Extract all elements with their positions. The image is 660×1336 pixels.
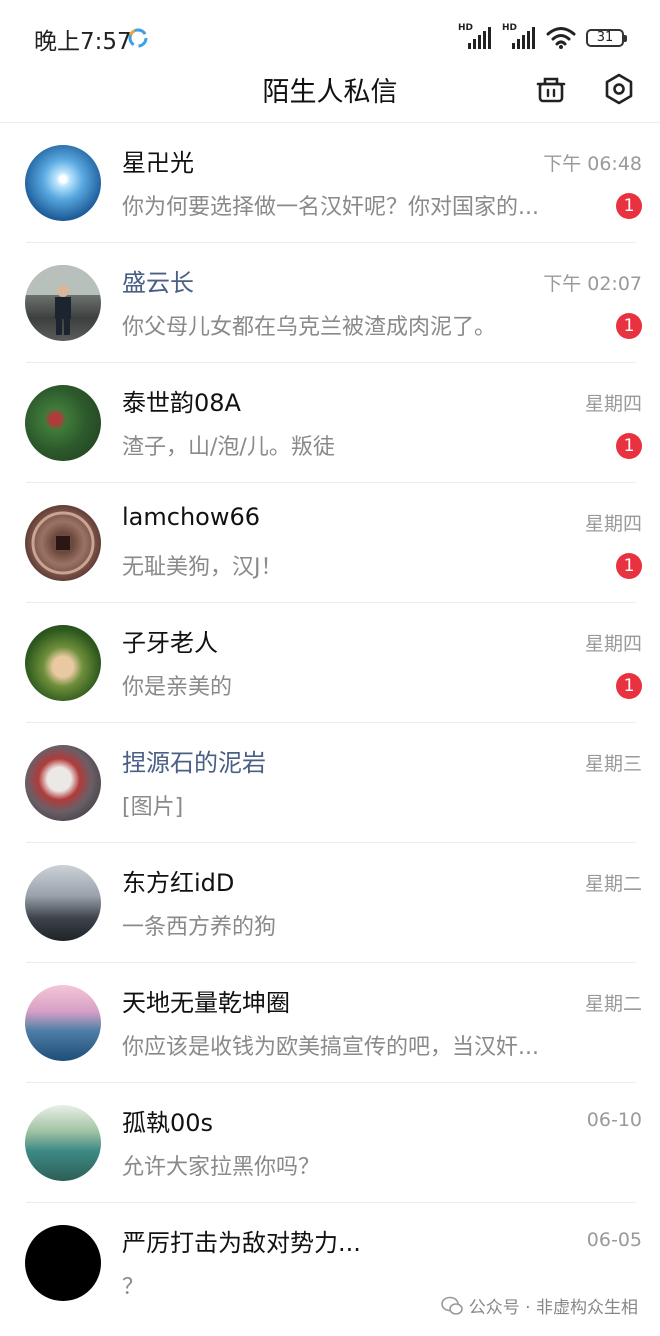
message-time: 星期四	[584, 633, 642, 655]
status-time: 晚上7:57	[34, 29, 132, 55]
contact-name: 东方红idD	[122, 869, 235, 897]
message-time: 星期四	[584, 513, 642, 535]
avatar[interactable]	[25, 745, 101, 821]
contact-name: 子牙老人	[122, 629, 218, 657]
list-item[interactable]: 孤執00s 06-10 允许大家拉黑你吗？	[0, 1083, 660, 1203]
avatar[interactable]	[25, 1225, 101, 1301]
unread-badge: 1	[616, 673, 642, 699]
message-preview: 你为何要选择做一名汉奸呢？你对国家的...	[122, 195, 539, 220]
message-preview: 渣子，山/泡/儿。叛徒	[122, 435, 335, 460]
message-preview: 你父母儿女都在乌克兰被渣成肉泥了。	[122, 315, 497, 340]
message-time: 星期二	[584, 993, 642, 1015]
message-preview: 你应该是收钱为欧美搞宣传的吧，当汉奸...	[122, 1035, 539, 1060]
list-item[interactable]: 天地无量乾坤圈 星期二 你应该是收钱为欧美搞宣传的吧，当汉奸...	[0, 963, 660, 1083]
message-time: 下午 02:07	[543, 273, 642, 295]
list-item[interactable]: 星卍光 下午 06:48 你为何要选择做一名汉奸呢？你对国家的... 1	[0, 123, 660, 243]
avatar[interactable]	[25, 625, 101, 701]
contact-name: 天地无量乾坤圈	[122, 989, 290, 1017]
message-time: 星期二	[584, 873, 642, 895]
battery-icon: 31	[586, 29, 627, 47]
signal-icon-2: HD	[502, 23, 536, 51]
contact-name: 盛云长	[122, 269, 194, 297]
message-time: 星期三	[584, 753, 642, 775]
message-preview: 无耻美狗，汉J！	[122, 555, 283, 580]
avatar[interactable]	[25, 985, 101, 1061]
message-preview: 允许大家拉黑你吗？	[122, 1155, 321, 1180]
message-time: 06-10	[586, 1109, 642, 1131]
unread-badge: 1	[616, 433, 642, 459]
message-preview: 一条西方养的狗	[122, 915, 277, 940]
avatar[interactable]	[25, 1105, 101, 1181]
watermark: 公众号 · 非虚构众生相	[440, 1293, 638, 1318]
message-preview: [图片]	[122, 795, 184, 820]
conversation-list: 星卍光 下午 06:48 你为何要选择做一名汉奸呢？你对国家的... 1 盛云长…	[0, 123, 660, 1323]
avatar[interactable]	[25, 145, 101, 221]
list-item[interactable]: 东方红idD 星期二 一条西方养的狗	[0, 843, 660, 963]
contact-name: 泰世韵08A	[122, 389, 241, 417]
clear-unread-icon[interactable]	[534, 72, 568, 106]
unread-badge: 1	[616, 313, 642, 339]
watermark-text: 公众号 · 非虚构众生相	[468, 1298, 638, 1318]
contact-name: 星卍光	[122, 149, 194, 177]
contact-name: 严厉打击为敌对势力...	[122, 1229, 361, 1257]
status-indicators: HD HD 31	[458, 23, 627, 52]
message-time: 下午 06:48	[543, 153, 642, 175]
contact-name: 捏源石的泥岩	[122, 749, 266, 777]
list-item[interactable]: lamchow66 星期四 无耻美狗，汉J！ 1	[0, 483, 660, 603]
message-time: 06-05	[586, 1229, 642, 1251]
contact-name: 孤執00s	[122, 1109, 214, 1137]
unread-badge: 1	[616, 193, 642, 219]
signal-icon: HD	[458, 23, 492, 51]
header-bar: 陌生人私信	[0, 60, 660, 123]
list-item[interactable]: 子牙老人 星期四 你是亲美的 1	[0, 603, 660, 723]
message-time: 星期四	[584, 393, 642, 415]
wechat-icon	[440, 1296, 463, 1315]
avatar[interactable]	[25, 265, 101, 341]
message-preview: 你是亲美的	[122, 675, 233, 700]
list-item[interactable]: 泰世韵08A 星期四 渣子，山/泡/儿。叛徒 1	[0, 363, 660, 483]
list-item[interactable]: 盛云长 下午 02:07 你父母儿女都在乌克兰被渣成肉泥了。 1	[0, 243, 660, 363]
avatar[interactable]	[25, 865, 101, 941]
unread-badge: 1	[616, 553, 642, 579]
settings-icon[interactable]	[602, 72, 636, 106]
wifi-icon	[546, 27, 576, 49]
contact-name: lamchow66	[122, 503, 261, 531]
avatar[interactable]	[25, 505, 101, 581]
person-silhouette-icon	[25, 265, 101, 335]
coin-icon	[31, 511, 95, 575]
app-notification-icon	[128, 28, 148, 48]
avatar[interactable]	[25, 385, 101, 461]
list-item[interactable]: 捏源石的泥岩 星期三 [图片]	[0, 723, 660, 843]
